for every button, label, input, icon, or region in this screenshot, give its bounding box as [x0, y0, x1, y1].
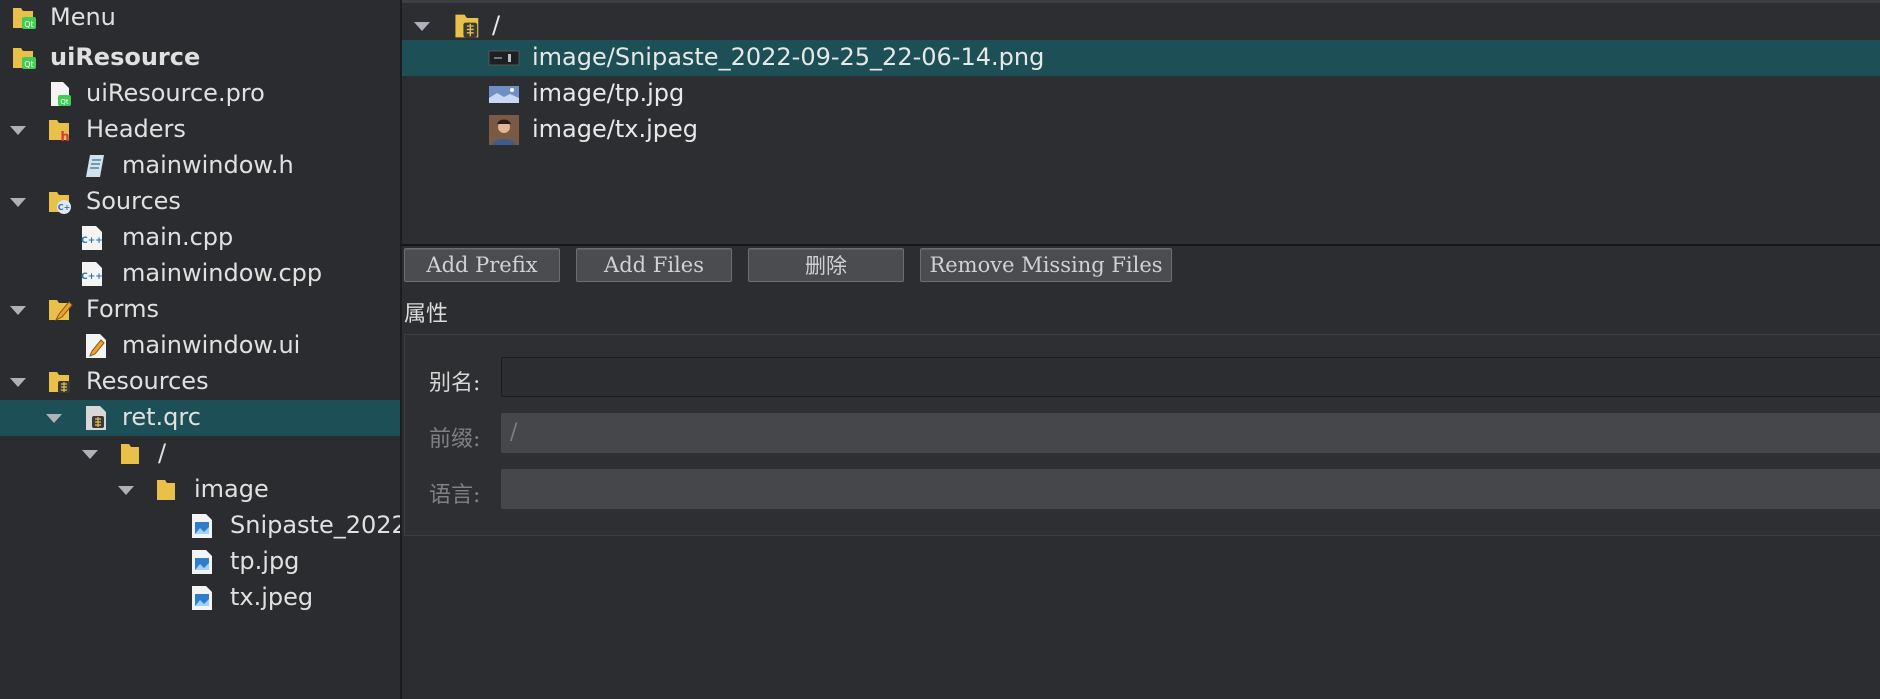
resource-prefix-label: /: [492, 11, 501, 39]
tree-item-label: Resources: [86, 367, 209, 395]
project-tree[interactable]: Qt Menu Qt uiResource Qt uiResource.pro …: [0, 0, 402, 699]
tree-item-label: main.cpp: [122, 223, 234, 251]
svg-text:Qt: Qt: [24, 20, 33, 29]
tree-item-label: Menu: [50, 3, 116, 31]
chevron-down-icon[interactable]: [82, 450, 98, 459]
image-file-icon: [192, 586, 212, 610]
tree-item-headers[interactable]: h Headers: [0, 112, 400, 148]
top-divider: [402, 0, 1880, 3]
tree-item-label: uiResource.pro: [86, 79, 265, 107]
tree-item-label: tx.jpeg: [230, 583, 314, 611]
add-prefix-button[interactable]: Add Prefix: [404, 248, 560, 282]
tree-item-tx-jpeg[interactable]: tx.jpeg: [0, 580, 400, 616]
chevron-down-icon[interactable]: [46, 414, 62, 423]
header-file-icon: [86, 155, 104, 177]
chevron-down-icon[interactable]: [10, 126, 26, 135]
resource-file-label: image/Snipaste_2022-09-25_22-06-14.png: [532, 43, 1045, 71]
tree-item-label: mainwindow.cpp: [122, 259, 323, 287]
tree-item-resources[interactable]: Resources: [0, 364, 400, 400]
ui-file-icon: [86, 334, 106, 358]
svg-text:C+: C+: [58, 203, 71, 212]
prefix-label: 前缀:: [429, 427, 481, 452]
qt-project-icon: Qt: [13, 48, 36, 69]
tree-item-mainwindow-ui[interactable]: mainwindow.ui: [0, 328, 400, 364]
svg-text:C++: C++: [81, 236, 103, 246]
tree-item-label: mainwindow.h: [122, 151, 294, 179]
properties-group: 别名: 前缀: / 语言:: [404, 334, 1880, 536]
tree-item-image-folder[interactable]: image: [0, 472, 400, 508]
resource-file-row[interactable]: image/tp.jpg: [402, 76, 1880, 112]
portrait-thumbnail-icon: [489, 115, 519, 145]
tree-item-forms[interactable]: Forms: [0, 292, 400, 328]
tree-item-menu[interactable]: Qt Menu: [0, 0, 400, 36]
tree-item-mainwindow-h[interactable]: mainwindow.h: [0, 148, 400, 184]
image-file-icon: [192, 514, 212, 538]
sources-folder-icon: C+: [49, 192, 71, 214]
chevron-down-icon[interactable]: [118, 486, 134, 495]
headers-folder-icon: h: [49, 120, 70, 144]
tree-item-label: mainwindow.ui: [122, 331, 301, 359]
language-field: [501, 469, 1880, 509]
chevron-down-icon[interactable]: [10, 378, 26, 387]
chevron-down-icon[interactable]: [414, 22, 430, 31]
folder-icon: [121, 444, 139, 464]
resource-editor: / image/Snipaste_2022-09-25_22-06-14.png…: [402, 0, 1880, 699]
tree-item-pro-file[interactable]: Qt uiResource.pro: [0, 76, 400, 112]
qt-folder-icon: Qt: [13, 8, 36, 29]
qrc-file-icon: [86, 406, 106, 430]
folder-icon: [157, 480, 175, 500]
tree-item-main-cpp[interactable]: C++ main.cpp: [0, 220, 400, 256]
resource-file-list[interactable]: / image/Snipaste_2022-09-25_22-06-14.png…: [402, 4, 1880, 246]
image-file-icon: [192, 550, 212, 574]
tree-item-ret-qrc[interactable]: ret.qrc: [0, 400, 400, 436]
cpp-file-icon: C++: [81, 262, 103, 286]
tree-item-snipaste[interactable]: Snipaste_2022-: [0, 508, 400, 544]
svg-text:h: h: [60, 130, 69, 144]
pro-file-icon: Qt: [51, 82, 71, 106]
tree-item-label: ret.qrc: [122, 403, 201, 431]
tree-item-label: Forms: [86, 295, 159, 323]
tree-item-tp-jpg[interactable]: tp.jpg: [0, 544, 400, 580]
tree-item-label: Sources: [86, 187, 181, 215]
remove-missing-files-button[interactable]: Remove Missing Files: [920, 248, 1172, 282]
tree-item-label: uiResource: [50, 43, 201, 71]
resource-file-label: image/tp.jpg: [532, 79, 685, 107]
snipaste-thumbnail-icon: [488, 50, 520, 66]
tree-item-label: Snipaste_2022-: [230, 511, 402, 539]
add-files-button[interactable]: Add Files: [576, 248, 732, 282]
forms-folder-icon: [49, 300, 73, 322]
delete-button[interactable]: 删除: [748, 248, 904, 282]
properties-title: 属性: [404, 302, 449, 327]
chevron-down-icon[interactable]: [10, 198, 26, 207]
resource-file-row[interactable]: image/tx.jpeg: [402, 112, 1880, 148]
alias-label: 别名:: [429, 371, 481, 396]
language-label: 语言:: [429, 483, 481, 508]
tree-item-label: image: [194, 475, 269, 503]
resource-prefix-row[interactable]: /: [402, 8, 1880, 44]
tree-item-prefix-root[interactable]: /: [0, 436, 400, 472]
tree-item-label: Headers: [86, 115, 186, 143]
tree-item-label: tp.jpg: [230, 547, 300, 575]
chevron-down-icon[interactable]: [10, 306, 26, 315]
resource-file-label: image/tx.jpeg: [532, 115, 698, 143]
alias-field[interactable]: [501, 357, 1880, 397]
svg-text:Qt: Qt: [24, 60, 33, 69]
resource-file-row[interactable]: image/Snipaste_2022-09-25_22-06-14.png: [402, 40, 1880, 76]
resource-folder-icon: [455, 14, 479, 38]
resources-folder-icon: [49, 372, 70, 393]
landscape-thumbnail-icon: [489, 86, 519, 103]
tree-item-uiresource[interactable]: Qt uiResource: [0, 40, 400, 76]
svg-text:Qt: Qt: [60, 98, 69, 106]
cpp-file-icon: C++: [81, 226, 103, 250]
prefix-field: /: [501, 413, 1880, 453]
tree-item-mainwindow-cpp[interactable]: C++ mainwindow.cpp: [0, 256, 400, 292]
svg-text:C++: C++: [81, 272, 103, 282]
tree-item-label: /: [158, 439, 167, 467]
tree-item-sources[interactable]: C+ Sources: [0, 184, 400, 220]
